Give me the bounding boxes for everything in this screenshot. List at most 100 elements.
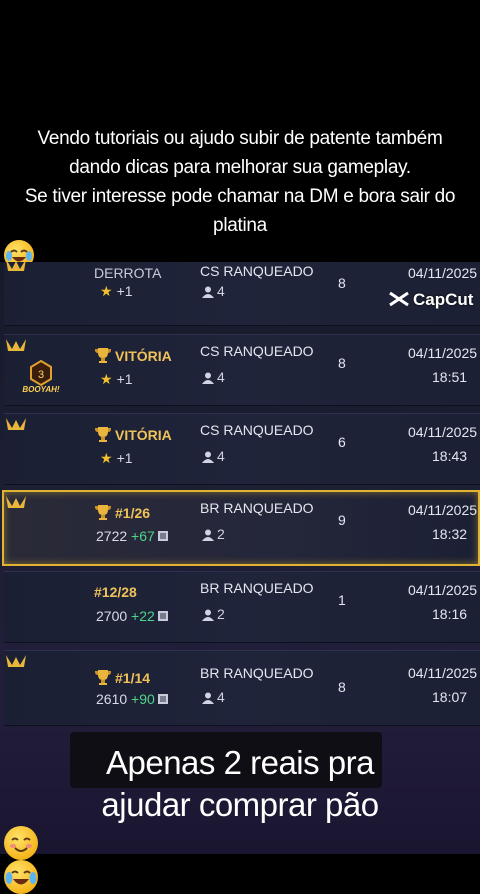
badge-number: 3 [38,369,44,381]
match-row-highlighted[interactable]: #1/26 2722 +67 BR RANQUEADO 2 9 04/11/20… [2,490,480,566]
players-count: 2 [217,606,225,622]
match-date: 04/11/2025 [408,582,478,598]
match-date: 04/11/2025 [408,424,478,440]
badge-text: BOOYAH! [22,385,60,394]
person-icon [202,609,214,621]
rank-gain: +90 [131,691,155,707]
bottom-line-2-text: ajudar comprar pão [101,786,379,823]
match-players: 4 [202,448,225,464]
match-time: 18:32 [432,526,468,542]
match-date: 04/11/2025 [408,345,478,361]
match-date: 04/11/2025 [408,265,478,281]
match-players: 4 [202,283,225,299]
match-sub: 2700 +22 [96,608,169,624]
trophy-icon [95,505,111,520]
match-sub: 2722 +67 [96,528,169,544]
caption-line-1: Vendo tutoriais ou ajudo subir de patent… [37,128,443,149]
match-sub: ★ +1 [100,371,133,388]
result-text: VITÓRIA [115,348,172,364]
result-text: #1/14 [115,670,151,686]
caption-line-4-text: platina [213,215,267,236]
caption-line-3: Se tiver interesse pode chamar na DM e b… [24,186,456,207]
bottom-caption: Apenas 2 reais pra ajudar comprar pão [0,742,480,894]
match-result: DERROTA [94,265,162,281]
match-players: 4 [202,369,225,385]
players-count: 4 [217,369,225,385]
rank-corner-icon [6,655,26,667]
caption-text: Vendo tutoriais ou ajudo subir de patent… [0,124,480,270]
match-sub: ★ +1 [100,450,133,467]
rank-corner-icon [6,496,26,508]
match-players: 2 [202,526,225,542]
match-time: 18:07 [432,689,468,705]
caption-line-2: dando dicas para melhorar sua gameplay. [69,157,411,178]
match-date: 04/11/2025 [408,502,478,518]
players-count: 2 [217,526,225,542]
match-mode: BR RANQUEADO [200,580,314,596]
match-result: VITÓRIA [94,347,172,364]
match-result: #12/28 [94,584,137,600]
rank-gain: +67 [131,528,155,544]
star-gain: +1 [116,371,133,387]
person-icon [202,529,214,541]
trophy-icon [95,670,111,685]
star-icon: ★ [100,371,113,387]
match-kills: 6 [338,434,346,450]
trophy-icon [95,348,111,363]
match-mode: CS RANQUEADO [200,263,314,279]
match-mode: CS RANQUEADO [200,343,314,359]
capcut-text: CapCut [413,290,474,309]
capcut-logo-icon [389,291,409,307]
players-count: 4 [217,283,225,299]
rank-corner-icon [6,339,26,351]
bottom-line-2: ajudar comprar pão [0,784,480,894]
match-result: #1/14 [94,669,150,686]
match-time: 18:43 [432,448,468,464]
match-kills: 1 [338,592,346,608]
match-mode: BR RANQUEADO [200,500,314,516]
person-icon [202,372,214,384]
rank-corner-icon [6,262,26,271]
match-row[interactable]: #12/28 2700 +22 BR RANQUEADO 2 1 04/11/2… [4,571,480,643]
match-mode: CS RANQUEADO [200,422,314,438]
match-players: 2 [202,606,225,622]
points-icon [157,611,168,621]
rank-points: 2610 [96,691,128,707]
match-row[interactable]: VITÓRIA ★ +1 CS RANQUEADO 4 6 04/11/2025 … [4,413,480,485]
match-sub: 2610 +90 [96,691,169,707]
bottom-line-1: Apenas 2 reais pra [105,744,375,781]
players-count: 4 [217,448,225,464]
result-text: #1/26 [115,505,151,521]
match-time: 18:16 [432,606,468,622]
points-icon [157,694,168,704]
rank-points: 2700 [96,608,128,624]
rank-points: 2722 [96,528,128,544]
match-row[interactable]: 3 BOOYAH! VITÓRIA ★ +1 CS RANQUEADO 4 8 0… [4,334,480,406]
match-row[interactable]: #1/14 2610 +90 BR RANQUEADO 4 8 04/11/20… [4,650,480,726]
person-icon [202,451,214,463]
match-result: VITÓRIA [94,426,172,443]
person-icon [202,692,214,704]
match-kills: 8 [338,275,346,291]
star-gain: +1 [116,450,133,466]
star-icon: ★ [100,283,113,299]
match-mode: BR RANQUEADO [200,665,314,681]
booyah-badge-icon: 3 BOOYAH! [22,359,60,394]
capcut-watermark: CapCut [388,290,473,310]
smiling-face-emoji-icon [4,826,38,860]
rank-corner-icon [6,418,26,430]
match-kills: 9 [338,512,346,528]
star-gain: +1 [116,283,133,299]
star-icon: ★ [100,450,113,466]
match-kills: 8 [338,679,346,695]
match-result: #1/26 [94,504,150,521]
match-kills: 8 [338,355,346,371]
players-count: 4 [217,689,225,705]
match-date: 04/11/2025 [408,665,478,681]
rank-gain: +22 [131,608,155,624]
joy-emoji-icon [4,860,38,894]
result-text: VITÓRIA [115,427,172,443]
match-players: 4 [202,689,225,705]
trophy-icon [95,427,111,442]
match-time: 18:51 [432,369,468,385]
